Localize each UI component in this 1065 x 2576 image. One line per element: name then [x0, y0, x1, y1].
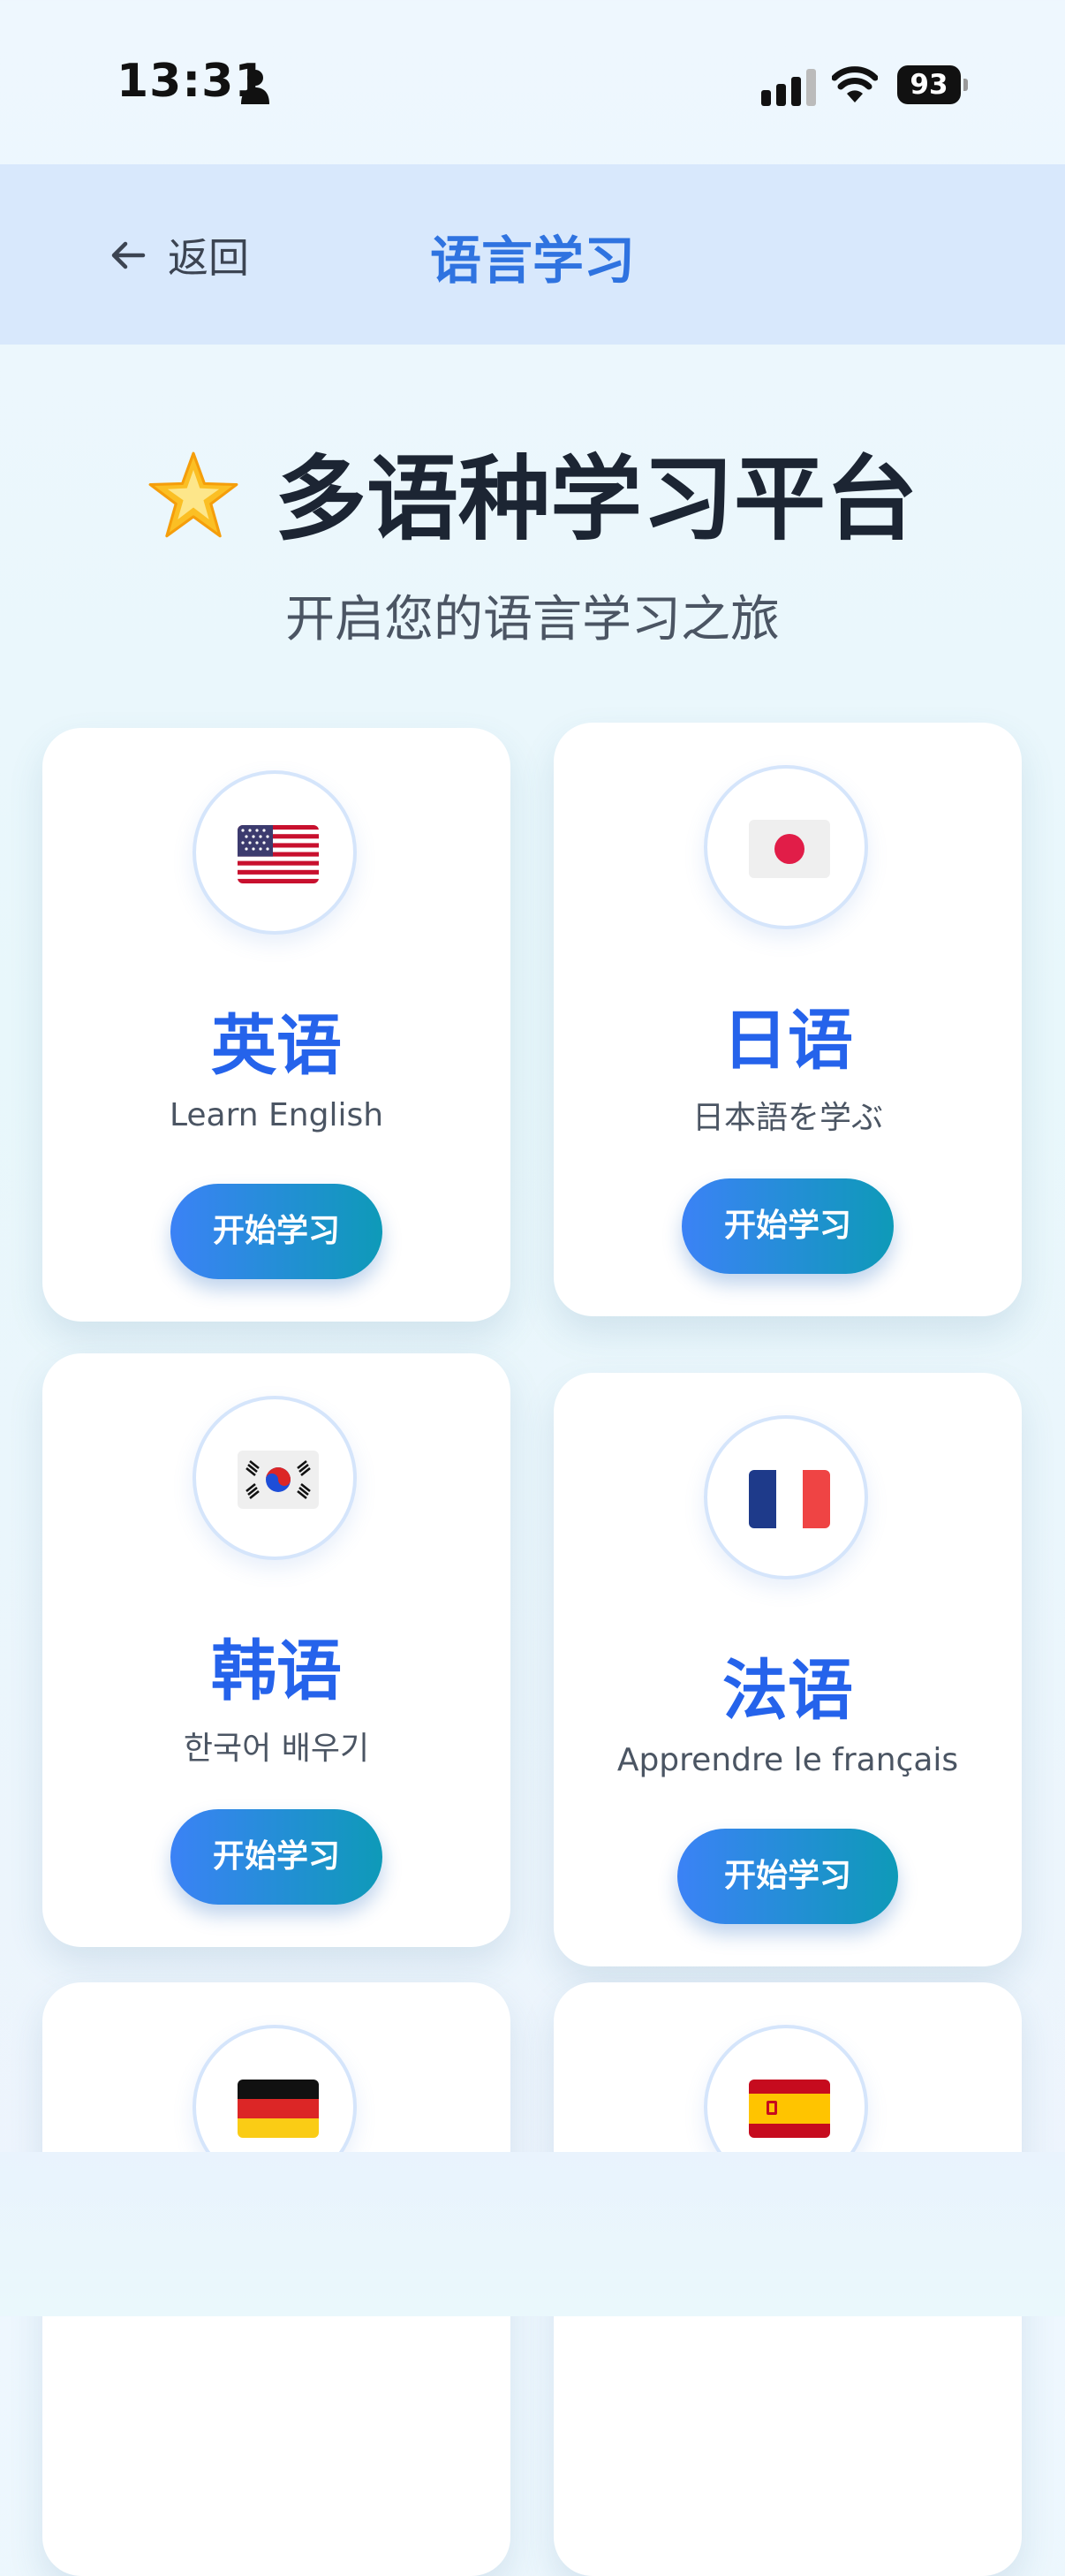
page-title: 多语种学习平台 — [0, 424, 1065, 557]
page-title-text: 多语种学习平台 — [274, 445, 918, 553]
germany-flag-icon — [238, 2080, 319, 2138]
battery-icon: 93 — [897, 65, 968, 104]
page-subtitle: 开启您的语言学习之旅 — [285, 591, 780, 648]
spain-flag-icon — [749, 2080, 830, 2138]
language-card-japanese[interactable]: 日语 日本語を学ぶ 开始学习 — [554, 723, 1022, 1316]
star-icon — [148, 451, 238, 538]
cellular-signal-icon — [761, 69, 816, 106]
status-bar: 13:31 93 — [0, 0, 1065, 164]
language-card-korean[interactable]: 韩语 한국어 배우기 开始学习 — [42, 1353, 510, 1947]
language-name: 法语 — [722, 1653, 853, 1729]
flag-circle — [704, 1415, 868, 1580]
start-learning-button[interactable]: 开始学习 — [677, 1829, 898, 1924]
language-subtitle: Learn English — [169, 1097, 384, 1133]
bottom-safe-area — [0, 2152, 1065, 2316]
flag-circle — [704, 765, 868, 929]
nav-bar: 返回 语言学习 — [0, 164, 1065, 345]
france-flag-icon — [749, 1470, 830, 1528]
language-name: 韩语 — [211, 1633, 342, 1709]
language-subtitle: 日本語を学ぶ — [691, 1100, 883, 1136]
start-learning-button[interactable]: 开始学习 — [170, 1809, 382, 1905]
language-card-french[interactable]: 法语 Apprendre le français 开始学习 — [554, 1373, 1022, 1966]
flag-circle — [193, 770, 357, 935]
battery-level: 93 — [897, 65, 961, 104]
language-subtitle: Apprendre le français — [616, 1742, 959, 1778]
japan-flag-icon — [749, 820, 830, 878]
start-learning-button[interactable]: 开始学习 — [682, 1178, 894, 1274]
us-flag-icon — [238, 825, 319, 883]
nav-title: 语言学习 — [429, 231, 635, 291]
person-icon — [241, 70, 269, 104]
language-name: 日语 — [722, 1003, 853, 1079]
korea-flag-icon — [238, 1451, 319, 1509]
language-card-english[interactable]: 英语 Learn English 开始学习 — [42, 728, 510, 1322]
language-name: 英语 — [211, 1008, 342, 1084]
language-subtitle: 한국어 배우기 — [183, 1731, 370, 1767]
start-learning-button[interactable]: 开始学习 — [170, 1184, 382, 1279]
wifi-icon — [832, 66, 878, 102]
flag-circle — [193, 1396, 357, 1560]
